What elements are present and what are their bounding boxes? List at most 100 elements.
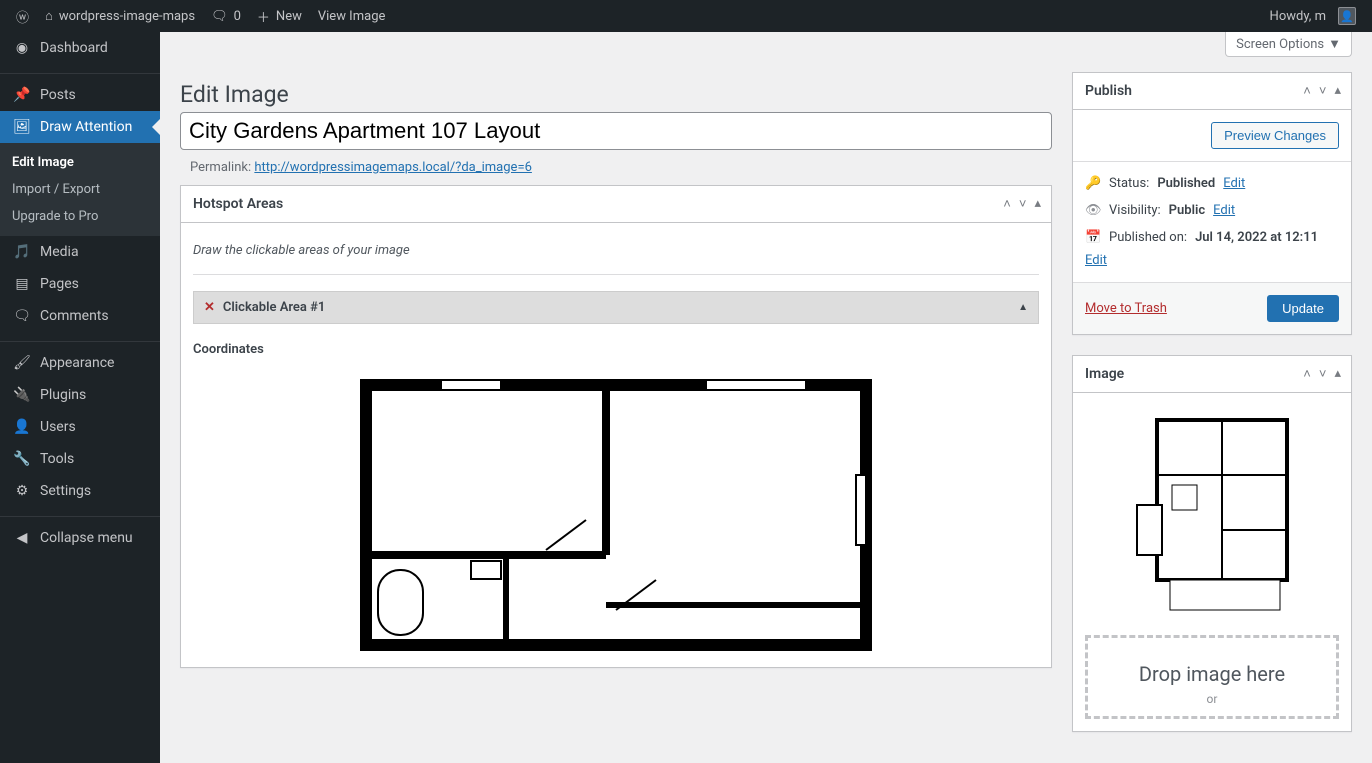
sidebar-label: Draw Attention [40, 119, 132, 135]
sidebar-item-draw-attention[interactable]: 🖼Draw Attention [0, 111, 160, 143]
comment-icon: 🗨 [211, 9, 228, 24]
sidebar-label: Appearance [40, 355, 114, 371]
separator [0, 69, 160, 74]
sidebar-label: Collapse menu [40, 530, 133, 546]
caret-down-icon: ▼ [1328, 36, 1341, 52]
collapse-area-icon[interactable]: ▲ [1018, 302, 1028, 313]
hotspot-intro: Draw the clickable areas of your image [193, 235, 1039, 274]
sidebar-item-comments[interactable]: 🗨Comments [0, 300, 160, 332]
sidebar-item-tools[interactable]: 🔧 Tools [0, 443, 160, 475]
pages-icon: ▤ [12, 276, 32, 292]
move-down-icon[interactable]: ˅ [1317, 364, 1329, 384]
update-button[interactable]: Update [1267, 295, 1339, 322]
permalink-row: Permalink: http://wordpressimagemaps.loc… [180, 150, 1052, 185]
image-thumbnail[interactable] [1085, 405, 1339, 635]
toggle-icon[interactable]: ▴ [1332, 364, 1343, 384]
wp-logo-menu[interactable]: ⓦ [8, 0, 37, 32]
separator [0, 512, 160, 517]
move-down-icon[interactable]: ˅ [1317, 81, 1329, 101]
published-on-label: Published on: [1109, 230, 1187, 245]
image-box-title: Image [1073, 356, 1136, 392]
move-up-icon[interactable]: ˄ [1301, 364, 1313, 384]
remove-area-icon[interactable]: ✕ [204, 300, 215, 315]
sidebar-label: Dashboard [40, 40, 108, 56]
sidebar-label: Posts [40, 87, 76, 103]
image-box: Image ˄ ˅ ▴ [1072, 355, 1352, 732]
sidebar-item-plugins[interactable]: 🔌Plugins [0, 379, 160, 411]
new-content-link[interactable]: ＋New [249, 0, 310, 32]
page-title: Edit Image [180, 72, 1052, 112]
account-menu[interactable]: Howdy, m 👤 [1262, 0, 1364, 32]
eye-icon: 👁 [1085, 203, 1101, 218]
dashboard-icon: ◉ [12, 40, 32, 56]
hotspot-box-title: Hotspot Areas [181, 186, 295, 222]
user-icon: 👤 [12, 419, 32, 435]
move-down-icon[interactable]: ˅ [1017, 194, 1029, 214]
edit-status-link[interactable]: Edit [1223, 176, 1245, 191]
sidebar-item-media[interactable]: 🎵Media [0, 236, 160, 268]
clickable-area-header[interactable]: ✕ Clickable Area #1 ▲ [193, 291, 1039, 324]
comments-link[interactable]: 🗨0 [203, 0, 249, 32]
image-box-header: Image ˄ ˅ ▴ [1073, 356, 1351, 393]
hotspot-box-header: Hotspot Areas ˄ ˅ ▴ [181, 186, 1051, 223]
move-up-icon[interactable]: ˄ [1301, 81, 1313, 101]
move-up-icon[interactable]: ˄ [1001, 194, 1013, 214]
submenu-draw-attention: Edit Image Import / Export Upgrade to Pr… [0, 143, 160, 236]
sidebar-label: Pages [40, 276, 79, 292]
toggle-icon[interactable]: ▴ [1332, 81, 1343, 101]
brush-icon: 🖌 [12, 355, 32, 371]
site-name-label: wordpress-image-maps [59, 9, 195, 24]
collapse-icon: ◀ [12, 530, 32, 546]
site-name-link[interactable]: ⌂ wordpress-image-maps [37, 0, 203, 32]
comment-icon: 🗨 [12, 308, 32, 324]
hotspot-areas-box: Hotspot Areas ˄ ˅ ▴ Draw the clickable a… [180, 185, 1052, 668]
sidebar-label: Users [40, 419, 76, 435]
published-on-value: Jul 14, 2022 at 12:11 [1195, 230, 1318, 245]
sidebar-label: Tools [40, 451, 74, 467]
submenu-item-import-export[interactable]: Import / Export [0, 176, 160, 203]
comment-count: 0 [234, 9, 241, 24]
permalink-label: Permalink: [190, 160, 251, 175]
sidebar-item-settings[interactable]: ⚙Settings [0, 475, 160, 507]
sidebar-item-appearance[interactable]: 🖌 Appearance [0, 347, 160, 379]
visibility-value: Public [1169, 203, 1205, 218]
view-image-link[interactable]: View Image [310, 0, 394, 32]
plug-icon: 🔌 [12, 387, 32, 403]
image-dropzone[interactable]: Drop image here or [1085, 635, 1339, 719]
content-area: Screen Options▼ Edit Image Permalink: ht… [160, 32, 1372, 763]
clickable-area-title: Clickable Area #1 [223, 300, 325, 315]
sidebar-item-pages[interactable]: ▤ Pages [0, 268, 160, 300]
wrench-icon: 🔧 [12, 451, 32, 467]
home-icon: ⌂ [45, 8, 53, 24]
view-image-label: View Image [318, 9, 386, 24]
publish-box-header: Publish ˄ ˅ ▴ [1073, 73, 1351, 110]
publish-box-title: Publish [1073, 73, 1144, 109]
toggle-icon[interactable]: ▴ [1032, 194, 1043, 214]
permalink-link[interactable]: http://wordpressimagemaps.local/?da_imag… [254, 160, 532, 175]
wordpress-icon: ⓦ [16, 7, 29, 26]
sidebar-item-users[interactable]: 👤 Users [0, 411, 160, 443]
plus-icon: ＋ [257, 7, 270, 26]
dropzone-title: Drop image here [1098, 662, 1326, 686]
edit-date-link[interactable]: Edit [1085, 253, 1339, 268]
sidebar-item-dashboard[interactable]: ◉ Dashboard [0, 32, 160, 64]
post-title-input[interactable] [180, 112, 1052, 150]
submenu-item-edit-image[interactable]: Edit Image [0, 149, 160, 176]
admin-sidebar: ◉ Dashboard 📌Posts 🖼Draw Attention Edit I… [0, 32, 160, 763]
move-to-trash-link[interactable]: Move to Trash [1085, 301, 1167, 316]
floorplan-thumb-svg [1132, 415, 1292, 615]
status-label: Status: [1109, 176, 1149, 191]
key-icon: 🔑 [1085, 176, 1101, 191]
calendar-icon: 📅 [1085, 230, 1101, 245]
screen-options-toggle[interactable]: Screen Options▼ [1225, 32, 1352, 57]
howdy-label: Howdy, m [1270, 9, 1326, 24]
sidebar-item-collapse[interactable]: ◀ Collapse menu [0, 522, 160, 554]
floorplan-canvas[interactable] [193, 375, 1039, 655]
separator [0, 337, 160, 342]
preview-changes-button[interactable]: Preview Changes [1211, 122, 1339, 149]
status-row: 🔑 Status: Published Edit [1085, 170, 1339, 197]
status-value: Published [1157, 176, 1215, 191]
edit-visibility-link[interactable]: Edit [1213, 203, 1235, 218]
submenu-item-upgrade[interactable]: Upgrade to Pro [0, 203, 160, 230]
sidebar-item-posts[interactable]: 📌Posts [0, 79, 160, 111]
